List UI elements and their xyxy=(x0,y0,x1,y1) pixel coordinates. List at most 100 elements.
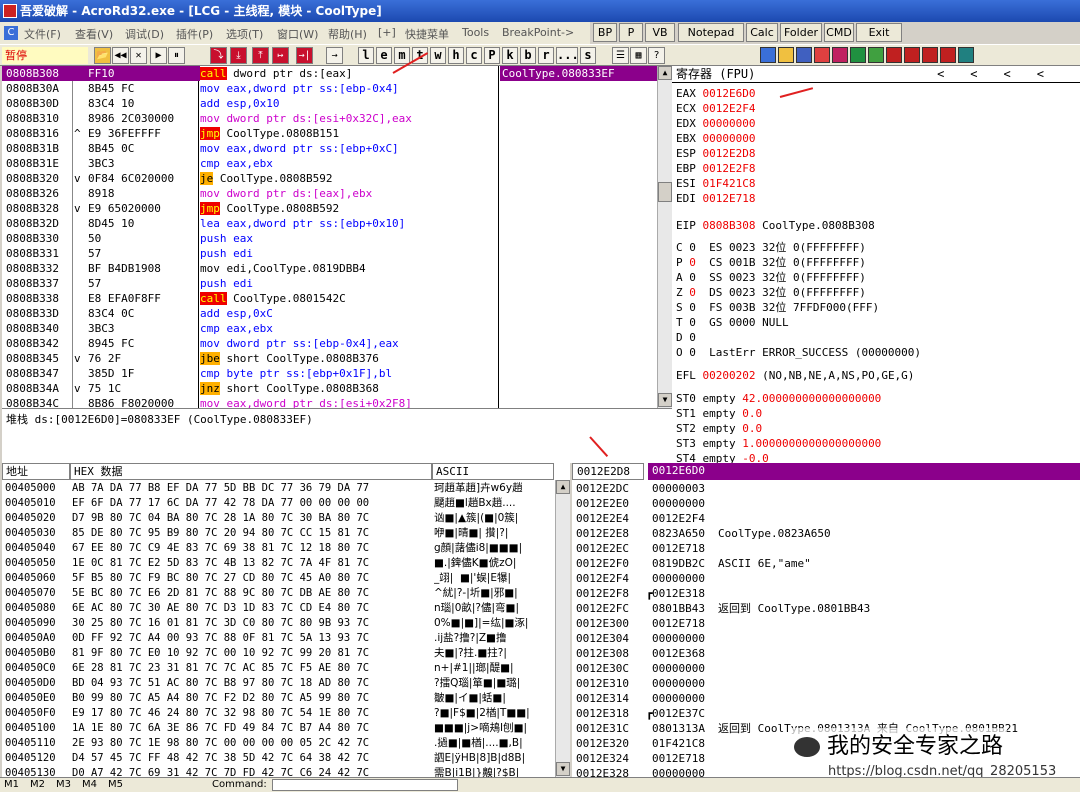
menu-file[interactable]: 文件(F) xyxy=(24,26,61,42)
flag-value[interactable]: 0 xyxy=(689,301,696,314)
plugin-icon-3[interactable] xyxy=(796,47,812,63)
run-icon[interactable]: ▶ xyxy=(150,47,167,64)
disasm-row[interactable]: 0808B33D 83C4 0C add esp,0xC xyxy=(2,306,657,321)
stack-row[interactable]: 0012E304 00000000 xyxy=(572,631,1080,646)
flag-row[interactable]: A 0 SS 0023 32位 0(FFFFFFFF) xyxy=(676,270,866,285)
flag-row[interactable]: S 0 FS 003B 32位 7FFDF000(FFF) xyxy=(676,300,879,315)
disasm-row[interactable]: 0808B31E 3BC3 cmp eax,ebx xyxy=(2,156,657,171)
menu-tools[interactable]: Tools xyxy=(462,26,489,39)
plugin-icon-4[interactable] xyxy=(814,47,830,63)
register-row-eip[interactable]: EIP 0808B308 CoolType.0808B308 xyxy=(676,218,875,233)
fpu-value[interactable]: 42.000000000000000000 xyxy=(742,392,881,405)
fpu-value[interactable]: 0.0 xyxy=(742,407,762,420)
fpu-value[interactable]: -0.0 xyxy=(742,452,769,463)
dump-header-address[interactable]: 地址 xyxy=(2,463,70,480)
bp-button[interactable]: BP xyxy=(593,23,617,42)
menu-window[interactable]: 窗口(W) xyxy=(277,26,318,42)
register-value[interactable]: 00200202 xyxy=(703,369,756,382)
plugin-icon-12[interactable] xyxy=(958,47,974,63)
disasm-row[interactable]: 0808B308 FF10 call dword ptr ds:[eax] CoolT… xyxy=(2,66,657,81)
dump-row[interactable]: 004050B0 81 9F 80 7C E0 10 92 7C 00 10 92… xyxy=(2,646,554,661)
list-icon[interactable]: ☰ xyxy=(612,47,629,64)
step-over-icon[interactable]: ⤓ xyxy=(230,47,247,64)
flag-row[interactable]: P 0 CS 001B 32位 0(FFFFFFFF) xyxy=(676,255,866,270)
stack-row[interactable]: 0012E2E0 00000000 xyxy=(572,496,1080,511)
register-value[interactable]: 0012E718 xyxy=(703,192,756,205)
memory-dump-pane[interactable]: 地址 HEX 数据 ASCII 00405000 AB 7A DA 77 B8 E… xyxy=(2,463,570,777)
register-value[interactable]: 0012E2F4 xyxy=(703,102,756,115)
disasm-row[interactable]: 0808B330 50 push eax xyxy=(2,231,657,246)
animate-into-icon[interactable]: ⤒ xyxy=(252,47,269,64)
scroll-down-icon[interactable]: ▼ xyxy=(556,762,570,776)
scroll-up-icon[interactable]: ▲ xyxy=(556,480,570,494)
menu-shortcut[interactable]: 快捷菜单 xyxy=(405,26,449,42)
log-button[interactable]: l xyxy=(358,47,374,64)
scroll-thumb[interactable] xyxy=(658,182,672,202)
dump-header-hex[interactable]: HEX 数据 xyxy=(70,463,432,480)
disasm-row[interactable]: 0808B331 57 push edi xyxy=(2,246,657,261)
tab-m4[interactable]: M4 xyxy=(82,779,97,790)
flag-value[interactable]: 0 xyxy=(689,346,696,359)
dump-row[interactable]: 00405080 6E AC 80 7C 30 AE 80 7C D3 1D 83… xyxy=(2,601,554,616)
fpu-row[interactable]: ST0 empty 42.000000000000000000 xyxy=(676,391,881,406)
flag-value[interactable]: 0 xyxy=(689,316,696,329)
call-stack-button[interactable]: k xyxy=(502,47,518,64)
registers-pane[interactable]: 寄存器 (FPU) <<<< EAX 0012E6D0 ECX 0012E2F4 E… xyxy=(672,66,1080,463)
dump-row[interactable]: 00405050 1E 0C 81 7C E2 5D 83 7C 4B 13 82… xyxy=(2,556,554,571)
dump-row[interactable]: 004050A0 0D FF 92 7C A4 00 93 7C 88 0F 81… xyxy=(2,631,554,646)
register-row[interactable]: ESI 01F421C8 xyxy=(676,176,755,191)
dump-row[interactable]: 00405130 D0 A7 42 7C 69 31 42 7C 7D FD 42… xyxy=(2,766,554,777)
dump-row[interactable]: 00405000 AB 7A DA 77 B8 EF DA 77 5D BB DC… xyxy=(2,481,554,496)
plugin-icon-5[interactable] xyxy=(832,47,848,63)
stack-row[interactable]: 0012E318 ┏ 0012E37C xyxy=(572,706,1080,721)
dump-row[interactable]: 00405040 67 EE 80 7C C9 4E 83 7C 69 38 81… xyxy=(2,541,554,556)
flag-value[interactable]: 0 xyxy=(689,331,696,344)
fpu-row[interactable]: ST1 empty 0.0 xyxy=(676,406,762,421)
executable-modules-button[interactable]: e xyxy=(376,47,392,64)
stack-row[interactable]: 0012E2E8 0823A650 CoolType.0823A650 xyxy=(572,526,1080,541)
source-button[interactable]: s xyxy=(580,47,596,64)
register-value[interactable]: 0012E6D0 xyxy=(703,87,756,100)
nav-left-icon[interactable]: < xyxy=(970,67,1003,81)
stack-row[interactable]: 0012E2DC 00000003 xyxy=(572,481,1080,496)
flag-value[interactable]: 0 xyxy=(689,256,696,269)
register-value[interactable]: 0012E2D8 xyxy=(703,147,756,160)
register-row[interactable]: EBP 0012E2F8 xyxy=(676,161,755,176)
exit-button[interactable]: Exit xyxy=(856,23,902,42)
fpu-value[interactable]: 1.0000000000000000000 xyxy=(742,437,881,450)
dump-row[interactable]: 004050C0 6E 28 81 7C 23 31 81 7C 7C AC 85… xyxy=(2,661,554,676)
c-icon[interactable]: C xyxy=(4,26,18,40)
pause-icon[interactable]: ⏸ xyxy=(168,47,185,64)
flag-row[interactable]: Z 0 DS 0023 32位 0(FFFFFFFF) xyxy=(676,285,866,300)
run-trace-button[interactable]: ... xyxy=(556,47,579,64)
disasm-row[interactable]: 0808B34A v 75 1C jnz short CoolType.0808B36… xyxy=(2,381,657,396)
open-icon[interactable]: 📂 xyxy=(94,47,111,64)
plugin-icon-9[interactable] xyxy=(904,47,920,63)
flag-value[interactable]: 0 xyxy=(689,241,696,254)
p-button[interactable]: P xyxy=(619,23,643,42)
grid-icon[interactable]: ▦ xyxy=(630,47,647,64)
plugin-icon-7[interactable] xyxy=(868,47,884,63)
plugin-icon-11[interactable] xyxy=(940,47,956,63)
disasm-row[interactable]: 0808B337 57 push edi xyxy=(2,276,657,291)
register-row[interactable]: EBX 00000000 xyxy=(676,131,755,146)
nav-left-icon[interactable]: < xyxy=(1037,67,1070,81)
nav-left-icon[interactable]: < xyxy=(1004,67,1037,81)
menu-view[interactable]: 查看(V) xyxy=(75,26,113,42)
fpu-row[interactable]: ST3 empty 1.0000000000000000000 xyxy=(676,436,881,451)
dump-row[interactable]: 00405110 2E 93 80 7C 1E 98 80 7C 00 00 00… xyxy=(2,736,554,751)
close-icon[interactable]: ✕ xyxy=(130,47,147,64)
register-value[interactable]: 00000000 xyxy=(703,117,756,130)
disassembly-scrollbar[interactable]: ▲ ▼ xyxy=(657,66,672,408)
animate-over-icon[interactable]: ↦ xyxy=(272,47,289,64)
stack-row[interactable]: 0012E2F8 ┏ 0012E318 xyxy=(572,586,1080,601)
fpu-row[interactable]: ST4 empty -0.0 xyxy=(676,451,769,463)
flag-value[interactable]: 0 xyxy=(689,286,696,299)
disasm-row[interactable]: 0808B316 ^ E9 36FEFFFF jmp CoolType.0808B15… xyxy=(2,126,657,141)
disasm-row[interactable]: 0808B34C 8B86 F8020000 mov eax,dword ptr d… xyxy=(2,396,657,408)
stack-row[interactable]: 0012E2F0 0819DB2C ASCII 6E,"ame" xyxy=(572,556,1080,571)
plugin-icon-10[interactable] xyxy=(922,47,938,63)
dump-row[interactable]: 00405060 5F B5 80 7C F9 BC 80 7C 27 CD 80… xyxy=(2,571,554,586)
stack-row[interactable]: 0012E30C 00000000 xyxy=(572,661,1080,676)
dump-row[interactable]: 00405010 EF 6F DA 77 17 6C DA 77 42 78 DA… xyxy=(2,496,554,511)
